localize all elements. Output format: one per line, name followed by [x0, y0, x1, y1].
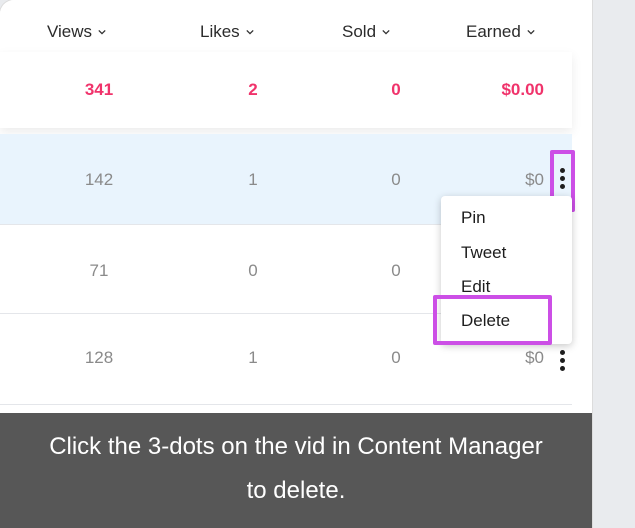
row-views: 128: [84, 348, 114, 367]
column-earned[interactable]: Earned: [466, 22, 535, 42]
column-sold-label: Sold: [342, 22, 377, 41]
chevron-down-icon: [246, 29, 254, 35]
column-views-label: Views: [47, 22, 93, 41]
menu-item-pin[interactable]: Pin: [461, 208, 486, 228]
caption-line-1: Click the 3-dots on the vid in Content M…: [49, 433, 543, 460]
row-sold: 0: [391, 170, 401, 189]
row-sold: 0: [391, 261, 401, 280]
chevron-down-icon: [527, 29, 535, 35]
total-views: 341: [84, 80, 114, 99]
total-likes: 2: [248, 80, 258, 99]
row-earned: $0: [525, 170, 544, 189]
delete-highlight-box: [433, 295, 552, 345]
caption-line-2: to delete.: [246, 477, 346, 504]
row-views: 142: [84, 170, 114, 189]
row-likes: 1: [248, 348, 258, 367]
row-earned: $0: [525, 348, 544, 367]
row-likes: 1: [248, 170, 258, 189]
content-manager-table: Views Likes Sold Earned 341 2 0 $0.00 14…: [0, 0, 592, 528]
instruction-caption: Click the 3-dots on the vid in Content M…: [0, 413, 592, 528]
row-views: 71: [89, 261, 109, 280]
chevron-down-icon: [382, 29, 390, 35]
table-header: Views Likes Sold Earned: [0, 0, 592, 52]
row-likes: 0: [248, 261, 258, 280]
column-views[interactable]: Views: [47, 22, 106, 42]
menu-item-tweet[interactable]: Tweet: [461, 243, 506, 263]
total-earned: $0.00: [501, 80, 544, 99]
totals-row: 341 2 0 $0.00: [0, 52, 572, 128]
row-sold: 0: [391, 348, 401, 367]
column-earned-label: Earned: [466, 22, 521, 41]
column-likes[interactable]: Likes: [200, 22, 254, 42]
menu-item-edit[interactable]: Edit: [461, 277, 490, 297]
total-sold: 0: [391, 80, 401, 99]
column-likes-label: Likes: [200, 22, 240, 41]
more-options-icon[interactable]: [559, 350, 565, 371]
column-sold[interactable]: Sold: [342, 22, 390, 42]
chevron-down-icon: [98, 29, 106, 35]
